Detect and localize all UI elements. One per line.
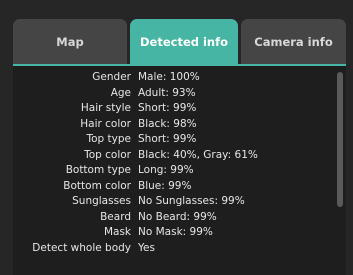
tab-map[interactable]: Map (13, 19, 127, 64)
tab-detected-info[interactable]: Detected info (130, 19, 238, 64)
detected-info-panel: Map Detected info Camera info Gender Mal… (0, 0, 353, 275)
attribute-label: Bottom color (63, 179, 131, 192)
attribute-label: Beard (100, 210, 131, 223)
attribute-value: Blue: 99% (138, 179, 192, 192)
attribute-row-mask: Mask No Mask: 99% (13, 225, 331, 241)
attribute-row-gender: Gender Male: 100% (13, 70, 331, 86)
attribute-value: No Sunglasses: 99% (138, 195, 245, 207)
attribute-row-beard: Beard No Beard: 99% (13, 210, 331, 226)
attribute-value: No Mask: 99% (138, 226, 213, 238)
tab-camera-info[interactable]: Camera info (241, 19, 346, 64)
attribute-row-sunglasses: Sunglasses No Sunglasses: 99% (13, 194, 331, 210)
attribute-value: Short: 99% (138, 102, 197, 114)
attribute-label: Hair color (80, 117, 131, 130)
attribute-label: Age (110, 86, 131, 99)
attribute-row-top-type: Top type Short: 99% (13, 132, 331, 148)
detected-info-content[interactable]: Gender Male: 100% Age Adult: 93% Hair st… (13, 66, 346, 275)
tab-bar: Map Detected info Camera info (0, 0, 353, 66)
attribute-label: Hair style (80, 102, 131, 114)
attribute-label: Gender (92, 71, 131, 83)
attribute-row-detect-whole-body: Detect whole body Yes (13, 241, 331, 257)
attribute-label: Detect whole body (32, 241, 131, 254)
attribute-value: Black: 98% (138, 117, 197, 130)
attribute-label: Mask (103, 226, 131, 238)
attribute-value: Short: 99% (138, 133, 197, 145)
attribute-value: Black: 40%, Gray: 61% (138, 148, 258, 161)
attribute-row-age: Age Adult: 93% (13, 86, 331, 102)
attribute-row-hair-style: Hair style Short: 99% (13, 101, 331, 117)
attribute-value: Yes (138, 241, 155, 254)
attribute-row-bottom-type: Bottom type Long: 99% (13, 163, 331, 179)
attribute-value: No Beard: 99% (138, 210, 217, 223)
attribute-label: Top type (86, 133, 131, 145)
attribute-row-bottom-color: Bottom color Blue: 99% (13, 179, 331, 195)
attribute-value: Adult: 93% (138, 86, 196, 99)
vertical-scrollbar[interactable] (337, 72, 343, 207)
attribute-list: Gender Male: 100% Age Adult: 93% Hair st… (13, 70, 331, 256)
attribute-label: Top color (84, 148, 131, 161)
attribute-row-top-color: Top color Black: 40%, Gray: 61% (13, 148, 331, 164)
attribute-label: Sunglasses (72, 195, 131, 207)
attribute-value: Male: 100% (138, 71, 200, 83)
attribute-row-hair-color: Hair color Black: 98% (13, 117, 331, 133)
attribute-value: Long: 99% (138, 164, 194, 176)
attribute-label: Bottom type (65, 164, 131, 176)
